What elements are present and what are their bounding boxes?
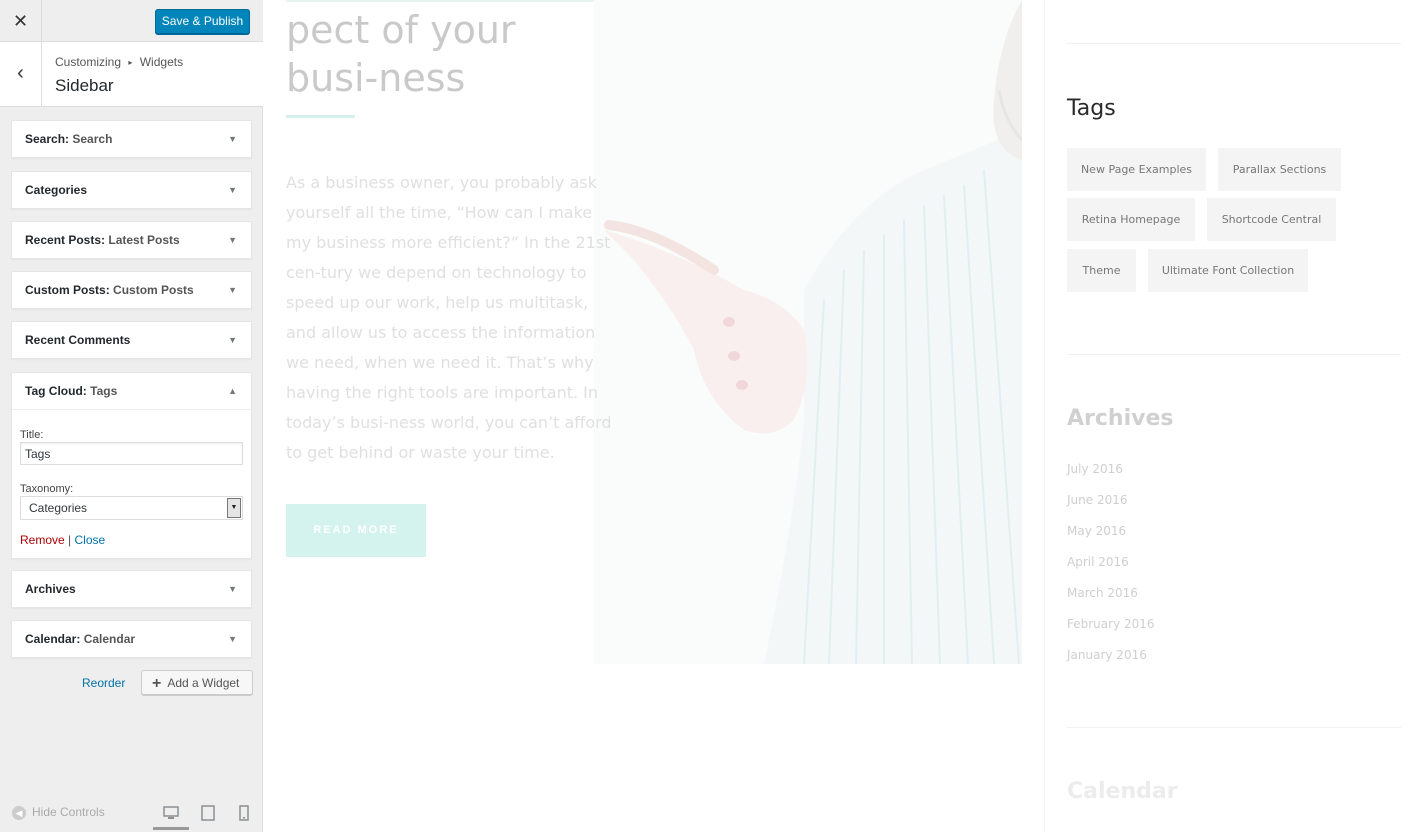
widget-actions: Remove | Close: [20, 533, 105, 547]
widget-colon: :: [101, 233, 106, 247]
widget-colon: :: [65, 132, 70, 146]
widget-colon: :: [76, 632, 81, 646]
widget-colon: :: [105, 283, 110, 297]
hero-image: [594, 0, 1024, 665]
expand-arrow-icon[interactable]: ▼: [228, 272, 237, 308]
chevron-left-icon: ‹: [17, 62, 24, 84]
remove-widget-link[interactable]: Remove: [20, 533, 65, 547]
expand-arrow-icon[interactable]: ▼: [228, 172, 237, 208]
widget-recent-posts[interactable]: Recent Posts: Latest Posts ▼: [11, 221, 252, 259]
preview-desktop-button[interactable]: [153, 802, 189, 830]
widget-colon: :: [82, 384, 87, 398]
hide-controls-label: Hide Controls: [32, 805, 105, 819]
breadcrumb-root: Customizing: [55, 55, 122, 69]
sidebar-divider: [1067, 43, 1401, 44]
title-input[interactable]: [20, 442, 243, 465]
widget-type: Recent Posts: [25, 233, 102, 247]
tag-link[interactable]: Shortcode Central: [1207, 198, 1336, 241]
widget-type: Tag Cloud: [25, 384, 83, 398]
breadcrumb-section: Widgets: [139, 55, 184, 69]
archive-link[interactable]: May 2016: [1067, 524, 1126, 538]
actions-separator: |: [68, 533, 72, 547]
tag-link[interactable]: Theme: [1067, 249, 1136, 292]
widget-tag-cloud: Tag Cloud: Tags ▲ Title: Taxonomy: Categ…: [11, 372, 252, 559]
expand-arrow-icon[interactable]: ▼: [228, 621, 237, 657]
widget-type: Archives: [25, 582, 76, 596]
post-excerpt: As a business owner, you probably ask yo…: [286, 173, 612, 462]
hide-controls-button[interactable]: ◀ Hide Controls: [12, 805, 105, 820]
taxonomy-label: Taxonomy:: [20, 483, 74, 495]
read-more-button[interactable]: READ MORE: [286, 504, 426, 557]
tablet-icon: [201, 805, 215, 821]
expand-arrow-icon[interactable]: ▼: [228, 121, 237, 157]
widget-type: Search: [25, 132, 66, 146]
save-publish-button[interactable]: Save & Publish: [155, 9, 250, 34]
widget-custom-posts[interactable]: Custom Posts: Custom Posts ▼: [11, 271, 252, 309]
widget-type: Custom Posts: [25, 283, 106, 297]
tag-link[interactable]: Retina Homepage: [1067, 198, 1195, 241]
widget-subtitle: Tags: [90, 384, 118, 398]
title-label: Title:: [20, 429, 44, 441]
reorder-link[interactable]: Reorder: [82, 676, 125, 690]
widget-recent-comments[interactable]: Recent Comments ▼: [11, 321, 252, 359]
widget-subtitle: Search: [72, 132, 113, 146]
back-button[interactable]: ‹: [0, 42, 42, 106]
breadcrumb-separator-icon: ▸: [128, 58, 133, 67]
mobile-icon: [239, 805, 249, 821]
widget-type: Categories: [25, 183, 88, 197]
dropdown-arrow-icon[interactable]: ▼: [227, 498, 241, 518]
collapse-icon: ◀: [12, 806, 26, 820]
breadcrumb: Customizing ▸ Widgets: [55, 55, 183, 69]
widget-tag-cloud-header[interactable]: Tag Cloud: Tags ▲: [12, 373, 251, 410]
pointing-woman-image: [594, 0, 1024, 665]
customizer-panel: ✕ Save & Publish ‹ Customizing ▸ Widgets…: [0, 0, 263, 832]
plus-icon: +: [152, 675, 162, 692]
archive-link[interactable]: February 2016: [1067, 617, 1155, 631]
add-widget-label: Add a Widget: [167, 676, 240, 690]
archive-link[interactable]: January 2016: [1067, 648, 1147, 662]
taxonomy-select[interactable]: Categories ▼: [20, 496, 243, 520]
expand-arrow-icon[interactable]: ▼: [228, 322, 237, 358]
widget-categories[interactable]: Categories ▼: [11, 171, 252, 209]
tag-link[interactable]: New Page Examples: [1067, 148, 1206, 191]
tag-link[interactable]: Parallax Sections: [1218, 148, 1341, 191]
widget-type: Calendar: [25, 632, 77, 646]
preview-tablet-button[interactable]: [190, 802, 226, 830]
preview-sidebar: Tags New Page Examples Parallax Sections…: [1044, 0, 1419, 832]
add-widget-button[interactable]: + Add a Widget: [141, 670, 253, 695]
customizer-footer: ◀ Hide Controls: [0, 794, 263, 832]
expand-arrow-icon[interactable]: ▼: [228, 222, 237, 258]
archives-widget-title: Archives: [1067, 406, 1174, 431]
close-widget-link[interactable]: Close: [75, 533, 106, 547]
desktop-icon: [163, 806, 179, 819]
sidebar-divider: [1067, 354, 1401, 355]
expand-arrow-icon[interactable]: ▼: [228, 571, 237, 607]
page-title: Sidebar: [55, 76, 114, 95]
taxonomy-selected-value: Categories: [29, 501, 88, 515]
widget-calendar[interactable]: Calendar: Calendar ▼: [11, 620, 252, 658]
widget-type: Recent Comments: [25, 333, 131, 347]
site-preview: pect of your busi-ness As a business own…: [264, 0, 1419, 832]
collapse-arrow-icon[interactable]: ▲: [228, 373, 237, 409]
preview-mobile-button[interactable]: [226, 802, 262, 830]
widget-subtitle: Calendar: [83, 632, 136, 646]
widget-subtitle: Latest Posts: [108, 233, 180, 247]
close-customizer-button[interactable]: ✕: [0, 0, 42, 42]
widget-subtitle: Custom Posts: [113, 283, 194, 297]
section-title-bar: ‹ Customizing ▸ Widgets Sidebar: [0, 42, 263, 107]
archive-link[interactable]: July 2016: [1067, 462, 1123, 476]
archive-link[interactable]: March 2016: [1067, 586, 1138, 600]
post-heading: pect of your busi-ness: [286, 8, 516, 100]
tag-link[interactable]: Ultimate Font Collection: [1148, 249, 1308, 292]
customizer-header: ✕ Save & Publish: [0, 0, 263, 42]
close-icon: ✕: [12, 11, 29, 31]
widget-search[interactable]: Search: Search ▼: [11, 120, 252, 158]
tags-widget-title: Tags: [1067, 96, 1116, 121]
archive-link[interactable]: April 2016: [1067, 555, 1129, 569]
archive-link[interactable]: June 2016: [1067, 493, 1128, 507]
widget-archives[interactable]: Archives ▼: [11, 570, 252, 608]
calendar-widget-title: Calendar: [1067, 779, 1178, 804]
heading-underline: [286, 115, 355, 118]
sidebar-divider: [1067, 727, 1401, 728]
